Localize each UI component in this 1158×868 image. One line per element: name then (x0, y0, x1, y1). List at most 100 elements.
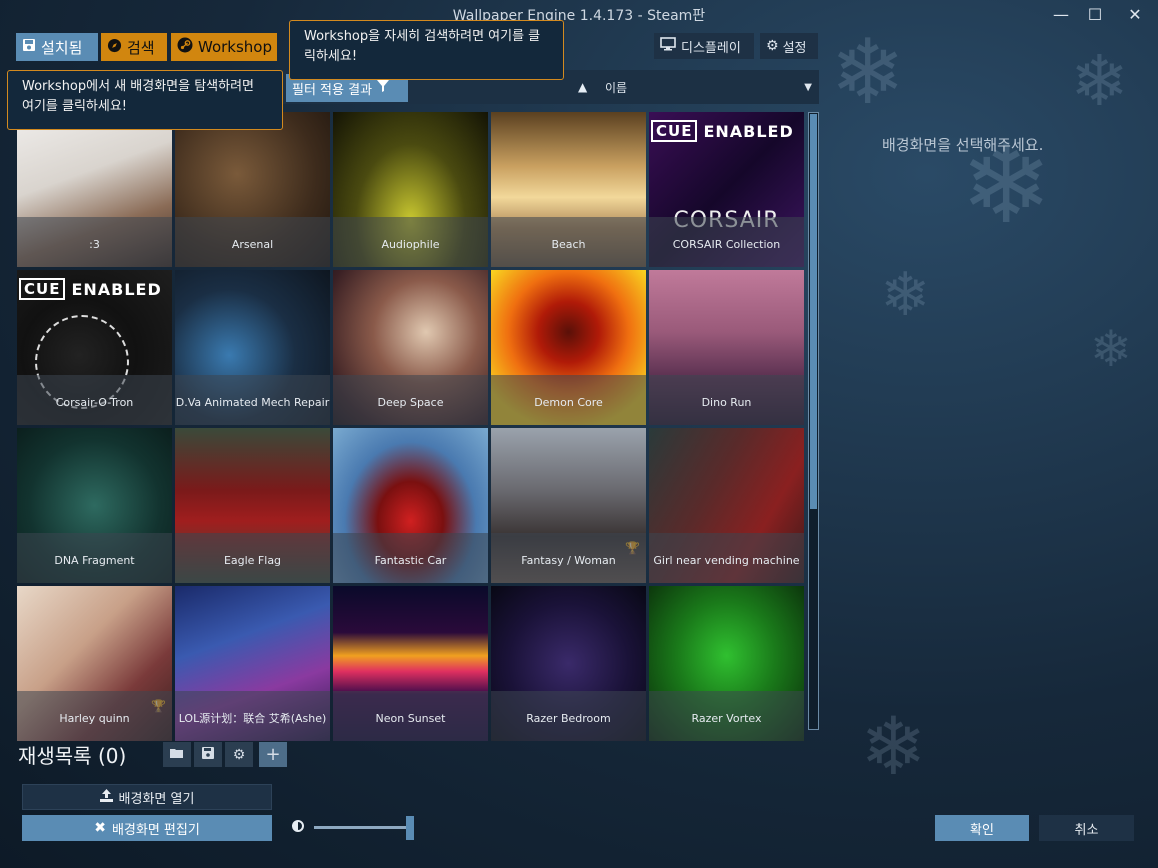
wallpaper-title: DNA Fragment (17, 533, 172, 583)
wallpaper-title: Demon Core (491, 375, 646, 425)
cue-badge-text: ENABLED (703, 121, 794, 141)
wallpaper-title: Arsenal (175, 217, 330, 267)
wallpaper-title: Audiophile (333, 217, 488, 267)
save-icon (202, 746, 214, 763)
wallpaper-tile[interactable]: DNA Fragment (17, 428, 172, 583)
playlist-settings-button[interactable]: ⚙ (225, 742, 253, 767)
wallpaper-title: Corsair-O-Tron (17, 375, 172, 425)
close-button[interactable]: ✕ (1120, 4, 1150, 26)
folder-icon (170, 747, 184, 763)
compass-icon (107, 38, 122, 57)
open-wallpaper-label: 배경화면 열기 (118, 791, 195, 807)
snowflake-decoration: ❄ (880, 260, 931, 330)
monitor-icon (660, 37, 676, 55)
steam-icon (177, 37, 193, 57)
brightness-slider-thumb[interactable] (406, 816, 414, 840)
display-button-label: 디스플레이 (681, 40, 741, 56)
wallpaper-tile[interactable]: :3 (17, 112, 172, 267)
wallpaper-tile[interactable]: Dino Run (649, 270, 804, 425)
wallpaper-title: Fantastic Car (333, 533, 488, 583)
wallpaper-tile[interactable]: 🏆 Harley quinn (17, 586, 172, 741)
tab-workshop[interactable]: Workshop (171, 33, 277, 61)
cue-enabled-badge: CUE ENABLED (651, 116, 802, 146)
select-wallpaper-message: 배경화면을 선택해주세요. (882, 136, 1044, 154)
wallpaper-title: Neon Sunset (333, 691, 488, 741)
snowflake-decoration: ❄ (1090, 320, 1132, 378)
playlist-save-button[interactable] (194, 742, 222, 767)
wallpaper-title: Eagle Flag (175, 533, 330, 583)
wallpaper-tile[interactable]: D.Va Animated Mech Repair (175, 270, 330, 425)
wallpaper-title: Beach (491, 217, 646, 267)
tab-installed-label: 설치됨 (41, 38, 83, 57)
tab-workshop-label: Workshop (198, 38, 273, 56)
wallpaper-tile[interactable]: Eagle Flag (175, 428, 330, 583)
display-button[interactable]: 디스플레이 (654, 33, 754, 59)
snowflake-decoration: ❄ (860, 700, 928, 793)
workshop-browse-tooltip: Workshop에서 새 배경화면을 탐색하려면 여기를 클릭하세요! (7, 70, 283, 130)
open-wallpaper-button[interactable]: 배경화면 열기 (22, 784, 272, 810)
wallpaper-title: Fantasy / Woman (491, 533, 646, 583)
title-bar: Wallpaper Engine 1.4.173 - Steam판 — ☐ ✕ (0, 0, 1158, 30)
wallpaper-tile[interactable]: LOL源计划：联合 艾希(Ashe) (175, 586, 330, 741)
tab-installed[interactable]: 설치됨 (16, 33, 98, 61)
wallpaper-title: CORSAIR Collection (649, 217, 804, 267)
wallpaper-tile[interactable]: CUE ENABLED Corsair-O-Tron (17, 270, 172, 425)
workshop-search-tooltip: Workshop을 자세히 검색하려면 여기를 클릭하세요! (289, 20, 564, 80)
playlist-title: 재생목록 (0) (18, 744, 127, 768)
wallpaper-title: :3 (17, 217, 172, 267)
gear-icon: ⚙ (766, 38, 779, 54)
settings-button-label: 설정 (782, 40, 807, 56)
wallpaper-title: Girl near vending machine (649, 533, 804, 583)
upload-icon (99, 788, 113, 806)
wallpaper-tile[interactable]: Razer Bedroom (491, 586, 646, 741)
cue-badge-box: CUE (651, 120, 698, 142)
playlist-add-button[interactable]: + (259, 742, 287, 767)
tab-search-label: 검색 (127, 38, 155, 57)
sort-ascending-icon[interactable]: ▲ (578, 80, 587, 94)
sort-select-value: 이름 (605, 81, 628, 95)
grid-scrollbar-thumb[interactable] (810, 114, 817, 509)
wallpaper-tile[interactable]: Arsenal (175, 112, 330, 267)
cue-badge-box: CUE (19, 278, 66, 300)
wallpaper-tile[interactable]: 🏆 Fantasy / Woman (491, 428, 646, 583)
settings-button[interactable]: ⚙ 설정 (760, 33, 818, 59)
filter-result-label: 필터 적용 결과 (292, 82, 373, 98)
save-icon (22, 38, 36, 56)
snowflake-decoration: ❄ (830, 20, 906, 125)
playlist-open-button[interactable] (163, 742, 191, 767)
wallpaper-tile[interactable]: Audiophile (333, 112, 488, 267)
window-title: Wallpaper Engine 1.4.173 - Steam판 (452, 8, 706, 24)
chevron-down-icon: ▼ (804, 82, 812, 93)
tools-icon: ✖ (94, 820, 106, 836)
wallpaper-tile[interactable]: Neon Sunset (333, 586, 488, 741)
brightness-slider-track[interactable] (314, 826, 410, 829)
wallpaper-tile[interactable]: Razer Vortex (649, 586, 804, 741)
wallpaper-tile[interactable]: Girl near vending machine (649, 428, 804, 583)
wallpaper-tile[interactable]: CUE ENABLED CORSAIR CORSAIR Collection (649, 112, 804, 267)
minimize-button[interactable]: — (1046, 4, 1076, 26)
cancel-button[interactable]: 취소 (1039, 815, 1134, 841)
wallpaper-tile[interactable]: Deep Space (333, 270, 488, 425)
cue-badge-text: ENABLED (71, 279, 162, 299)
plus-icon: + (265, 744, 281, 765)
wallpaper-tile[interactable]: Fantastic Car (333, 428, 488, 583)
cogs-icon: ⚙ (232, 746, 246, 763)
wallpaper-editor-button[interactable]: ✖ 배경화면 편집기 (22, 815, 272, 841)
wallpaper-tile[interactable]: Beach (491, 112, 646, 267)
workshop-browse-tooltip-text: Workshop에서 새 배경화면을 탐색하려면 여기를 클릭하세요! (22, 79, 255, 114)
cue-enabled-badge: CUE ENABLED (19, 274, 170, 304)
wallpaper-title: Dino Run (649, 375, 804, 425)
snowflake-decoration: ❄ (1070, 40, 1129, 122)
maximize-button[interactable]: ☐ (1080, 4, 1110, 26)
sort-select[interactable]: 이름 ▼ (600, 76, 816, 100)
tab-search[interactable]: 검색 (101, 33, 167, 61)
wallpaper-title: Deep Space (333, 375, 488, 425)
wallpaper-editor-label: 배경화면 편집기 (111, 822, 200, 838)
wallpaper-title: LOL源计划：联合 艾希(Ashe) (175, 691, 330, 741)
wallpaper-grid: :3 Arsenal Audiophile Beach CUE ENABLED … (17, 112, 807, 741)
brightness-icon (292, 820, 304, 832)
wallpaper-tile[interactable]: Demon Core (491, 270, 646, 425)
filter-icon (377, 80, 390, 96)
wallpaper-title: D.Va Animated Mech Repair (175, 375, 330, 425)
ok-button[interactable]: 확인 (935, 815, 1029, 841)
